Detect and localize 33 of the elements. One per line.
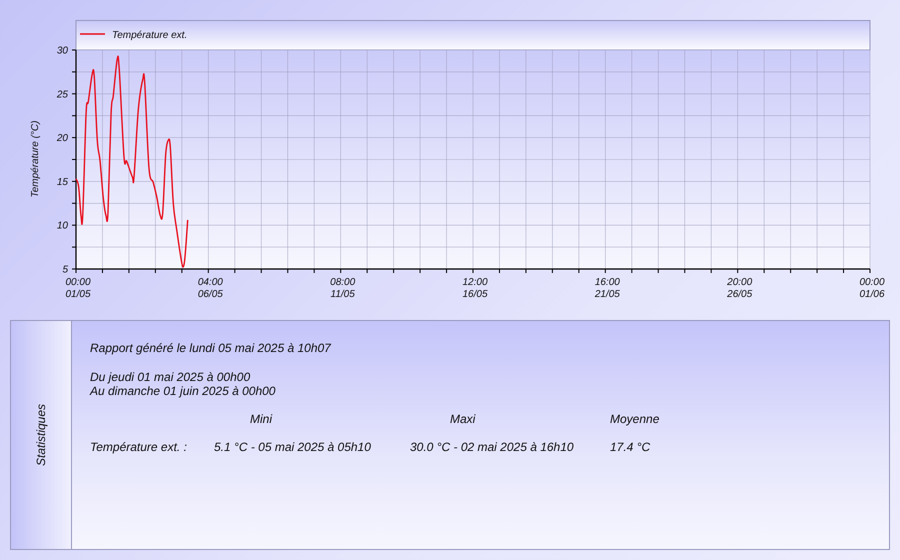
x-tick-date: 06/05 — [198, 289, 223, 300]
y-tick-label: 20 — [56, 133, 68, 144]
table-cell-text: 17.4 °C — [610, 440, 652, 454]
x-tick-label: 00:00 — [859, 277, 885, 288]
row-label: Température ext. : — [90, 440, 188, 454]
y-tick-label: 5 — [62, 264, 68, 276]
side-label: Statistiques — [34, 404, 48, 466]
y-tick-label: 30 — [56, 46, 68, 56]
column-header: Maxi — [449, 412, 476, 426]
table-cell-text: 30.0 °C - 02 mai 2025 à 16h10 — [410, 440, 575, 454]
x-tick-label: 08:00 — [330, 277, 356, 288]
x-tick-date: 21/05 — [594, 289, 620, 300]
x-tick-date: 26/05 — [727, 289, 752, 300]
x-tick-label: 16:00 — [594, 277, 620, 288]
x-tick-label: 00:00 — [65, 277, 91, 288]
period-line: Au dimanche 01 juin 2025 à 00h00 — [90, 384, 276, 398]
table-cell-text: 5.1 °C - 05 mai 2025 à 05h10 — [214, 440, 372, 454]
x-tick-date: 01/06 — [859, 289, 885, 300]
y-axis-title: Température (°C) — [30, 120, 41, 198]
legend-label: Température ext. — [112, 30, 188, 41]
column-header: Moyenne — [610, 412, 660, 426]
x-tick-date: 01/05 — [65, 289, 91, 300]
y-tick-label: 10 — [56, 220, 68, 232]
x-tick-label: 04:00 — [198, 277, 223, 288]
x-tick-label: 12:00 — [462, 277, 488, 288]
period-line: Du jeudi 01 mai 2025 à 00h00 — [90, 370, 252, 384]
y-tick-label: 15 — [56, 176, 68, 188]
y-tick-label: 25 — [56, 89, 68, 100]
column-header: Mini — [249, 412, 274, 426]
x-tick-date: 11/05 — [330, 289, 355, 300]
report-line: Rapport généré le lundi 05 mai 2025 à 10h07 — [90, 341, 332, 355]
x-tick-label: 20:00 — [727, 277, 752, 288]
x-tick-date: 16/05 — [462, 289, 488, 300]
